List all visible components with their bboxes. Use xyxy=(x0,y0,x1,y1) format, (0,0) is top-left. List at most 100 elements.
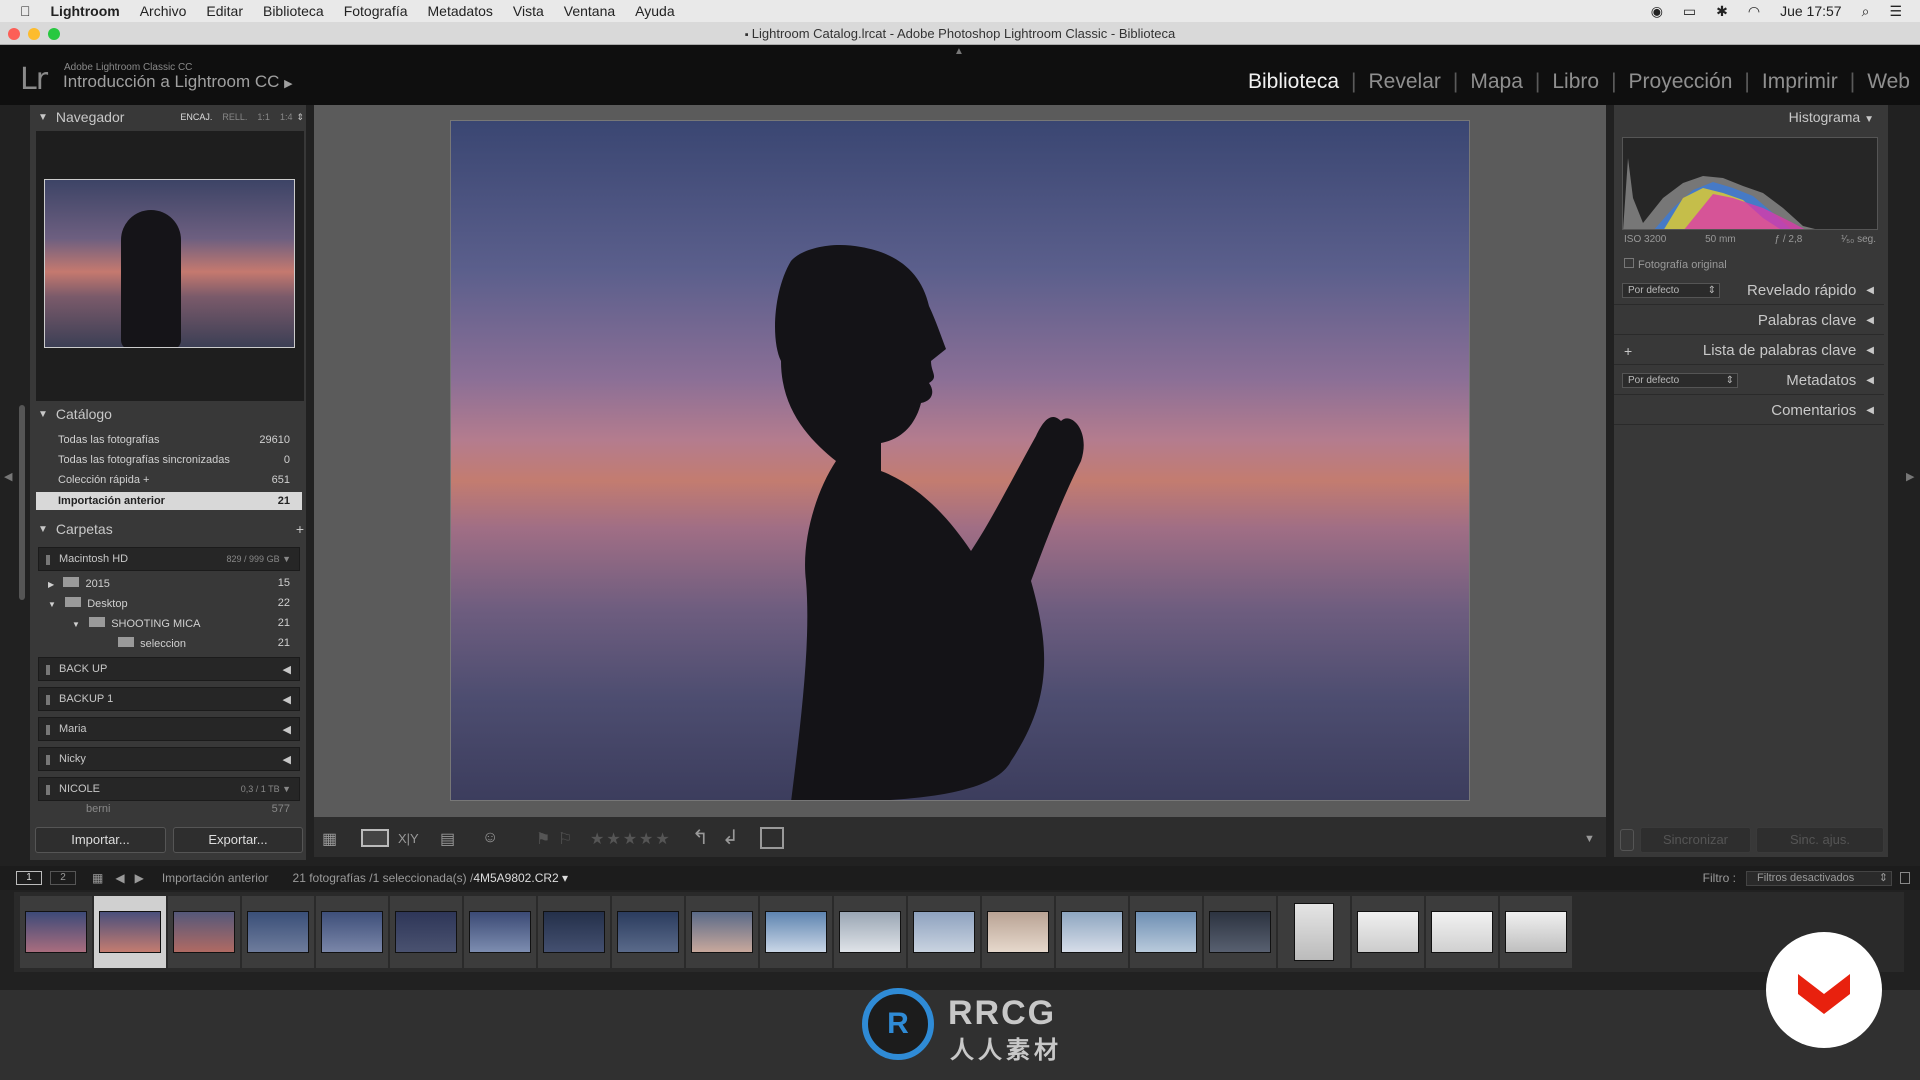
menu-metadatos[interactable]: Metadatos xyxy=(428,3,493,19)
rotate-right-icon[interactable]: ↲ xyxy=(722,825,739,850)
grid-view-icon[interactable]: ▦ xyxy=(322,829,337,849)
filmstrip-thumbnail[interactable] xyxy=(1056,896,1128,968)
menu-vista[interactable]: Vista xyxy=(513,3,544,19)
menu-ayuda[interactable]: Ayuda xyxy=(635,3,674,19)
keywords-header[interactable]: Palabras clave ◀ xyxy=(1614,307,1884,335)
volume-maria[interactable]: Maria ◀ xyxy=(38,717,300,741)
preset-select[interactable]: Por defecto ⇕ xyxy=(1622,283,1720,298)
zoom-fill[interactable]: RELL. xyxy=(222,112,247,122)
filmstrip-thumbnail[interactable] xyxy=(538,896,610,968)
zoom-fit[interactable]: ENCAJ. xyxy=(180,112,212,122)
filter-lock-icon[interactable] xyxy=(1900,872,1910,884)
volume-back-up[interactable]: BACK UP ◀ xyxy=(38,657,300,681)
people-view-icon[interactable]: ☺ xyxy=(482,829,498,847)
catalog-header[interactable]: ▼ Catálogo xyxy=(38,406,304,422)
module-imprimir[interactable]: Imprimir xyxy=(1762,70,1838,94)
import-button[interactable]: Importar... xyxy=(35,827,166,853)
left-panel-toggle-icon[interactable]: ◀ xyxy=(4,470,12,483)
module-revelar[interactable]: Revelar xyxy=(1369,70,1441,94)
search-icon[interactable]: ⌕ xyxy=(1862,3,1870,20)
expand-triangle-icon[interactable]: ▼ xyxy=(72,620,80,629)
keyword-list-header[interactable]: + Lista de palabras clave ◀ xyxy=(1614,337,1884,365)
catalog-item[interactable]: Todas las fotografías sincronizadas 0 xyxy=(36,451,302,469)
filmstrip-thumbnail[interactable] xyxy=(1500,896,1572,968)
comments-header[interactable]: Comentarios ◀ xyxy=(1614,397,1884,425)
filmstrip-thumbnail[interactable] xyxy=(908,896,980,968)
filmstrip-source[interactable]: Importación anterior xyxy=(162,871,269,885)
zoom-stepper-icon[interactable]: ⇕ xyxy=(296,112,304,123)
catalog-item[interactable]: Todas las fotografías 29610 xyxy=(36,431,302,449)
volume-nicole[interactable]: NICOLE 0,3 / 1 TB ▼ xyxy=(38,777,300,801)
filmstrip-thumbnail[interactable] xyxy=(316,896,388,968)
crop-overlay-icon[interactable] xyxy=(760,827,784,849)
flag-icon[interactable]: ⚑ xyxy=(536,829,550,849)
filter-select[interactable]: Filtros desactivados ⇕ xyxy=(1746,870,1892,886)
menu-app[interactable]: Lightroom xyxy=(51,3,120,19)
filmstrip-thumbnail[interactable] xyxy=(464,896,536,968)
star-rating[interactable]: ★★★★★ xyxy=(590,829,672,849)
filmstrip-thumbnail[interactable] xyxy=(1352,896,1424,968)
zoom-window-button[interactable] xyxy=(48,28,60,40)
metadata-preset-select[interactable]: Por defecto ⇕ xyxy=(1622,373,1738,388)
histogram-header[interactable]: Histograma ▼ xyxy=(1614,109,1884,125)
filmstrip-thumbnail[interactable] xyxy=(982,896,1054,968)
identity-title[interactable]: Introducción a Lightroom CC ▶ xyxy=(63,72,293,92)
rotate-left-icon[interactable]: ↰ xyxy=(692,825,709,850)
filmstrip-thumbnail[interactable] xyxy=(1426,896,1498,968)
export-button[interactable]: Exportar... xyxy=(173,827,303,853)
filmstrip-thumbnail[interactable] xyxy=(94,896,166,968)
folders-header[interactable]: ▼ Carpetas + xyxy=(38,521,304,537)
back-arrow-icon[interactable]: ◀ xyxy=(115,871,124,885)
filmstrip-thumbnail[interactable] xyxy=(390,896,462,968)
filmstrip-file[interactable]: 4M5A9802.CR2 ▾ xyxy=(473,871,568,885)
add-keyword-icon[interactable]: + xyxy=(1624,343,1632,359)
airplay-icon[interactable]: ▭ xyxy=(1683,3,1696,20)
toolbar-menu-icon[interactable]: ▼ xyxy=(1584,833,1595,845)
folder-2015[interactable]: ▶ 2015 15 xyxy=(36,574,302,592)
checkbox-icon[interactable] xyxy=(1624,258,1634,268)
catalog-item[interactable]: Colección rápida +651 xyxy=(36,471,302,489)
screen-2-button[interactable]: 2 xyxy=(50,871,76,885)
sync-toggle[interactable] xyxy=(1620,829,1634,851)
survey-view-icon[interactable]: ▤ xyxy=(440,829,455,849)
minimize-window-button[interactable] xyxy=(28,28,40,40)
filmstrip-thumbnail[interactable] xyxy=(834,896,906,968)
filmstrip-thumbnail[interactable] xyxy=(1130,896,1202,968)
volume-nicky[interactable]: Nicky ◀ xyxy=(38,747,300,771)
wifi-icon[interactable]: ◠ xyxy=(1748,3,1760,20)
sync-button[interactable]: Sincronizar xyxy=(1640,827,1751,853)
volume-macintosh-hd[interactable]: Macintosh HD 829 / 999 GB ▼ xyxy=(38,547,300,571)
clock[interactable]: Jue 17:57 xyxy=(1780,3,1842,19)
add-folder-icon[interactable]: + xyxy=(296,521,304,537)
apple-icon[interactable]:  xyxy=(20,3,31,19)
original-photo-checkbox[interactable]: Fotografía original xyxy=(1624,258,1727,271)
navigator-preview[interactable] xyxy=(44,179,295,348)
navigator-header[interactable]: ▼ Navegador ENCAJ. RELL. 1:1 1:4 ⇕ xyxy=(38,109,304,125)
menu-biblioteca[interactable]: Biblioteca xyxy=(263,3,324,19)
sync-settings-button[interactable]: Sinc. ajus. xyxy=(1756,827,1884,853)
folder-shooting-mica[interactable]: ▼ SHOOTING MICA 21 xyxy=(36,614,302,632)
close-window-button[interactable] xyxy=(8,28,20,40)
catalog-item-selected[interactable]: Importación anterior 21 xyxy=(36,492,302,510)
right-panel-toggle-icon[interactable]: ▶ xyxy=(1906,470,1914,483)
metadata-header[interactable]: Por defecto ⇕ Metadatos ◀ xyxy=(1614,367,1884,395)
bluetooth-icon[interactable]: ✱ xyxy=(1716,3,1728,20)
left-scrollbar[interactable] xyxy=(19,405,25,600)
grid-icon[interactable]: ▦ xyxy=(92,871,103,885)
expand-triangle-icon[interactable]: ▼ xyxy=(48,600,56,609)
module-mapa[interactable]: Mapa xyxy=(1470,70,1523,94)
reject-flag-icon[interactable]: ⚐ xyxy=(558,829,572,849)
filmstrip-thumbnail[interactable] xyxy=(1204,896,1276,968)
loupe-view-icon[interactable] xyxy=(361,829,389,847)
expand-triangle-icon[interactable]: ▶ xyxy=(48,580,54,589)
compare-view-icon[interactable]: X|Y xyxy=(398,831,419,846)
record-icon[interactable]: ◉ xyxy=(1651,3,1663,20)
filmstrip-thumbnail[interactable] xyxy=(242,896,314,968)
screen-1-button[interactable]: 1 xyxy=(16,871,42,885)
filmstrip-thumbnail[interactable] xyxy=(1278,896,1350,968)
zoom-1-4[interactable]: 1:4 xyxy=(280,112,293,122)
filmstrip-thumbnail[interactable] xyxy=(612,896,684,968)
filmstrip-thumbnail[interactable] xyxy=(20,896,92,968)
menu-archivo[interactable]: Archivo xyxy=(140,3,187,19)
quick-develop-header[interactable]: Por defecto ⇕ Revelado rápido ◀ xyxy=(1614,277,1884,305)
